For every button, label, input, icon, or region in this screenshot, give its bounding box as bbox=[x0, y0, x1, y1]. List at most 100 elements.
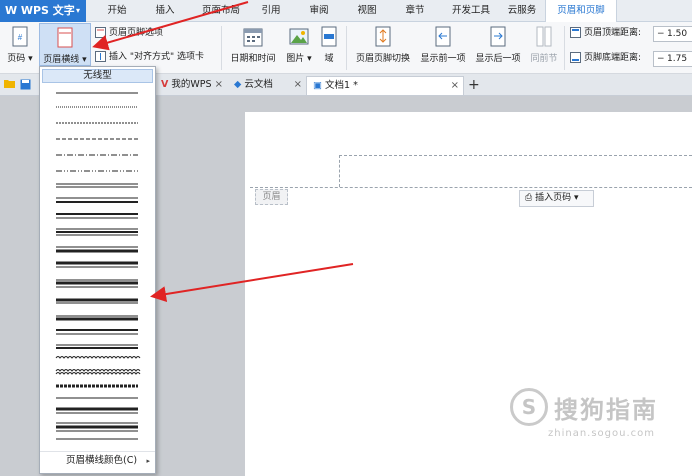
header-top-distance-label: 页眉顶端距离: bbox=[570, 26, 641, 40]
tab-label: 我的WPS bbox=[171, 79, 212, 90]
wps-tab-icon: V bbox=[161, 79, 169, 90]
menu-tab-layout[interactable]: 页面布局 bbox=[194, 0, 248, 22]
footer-bottom-distance-text: 页脚底端距离: bbox=[584, 53, 642, 63]
wps-logo-icon: W bbox=[5, 4, 18, 17]
picture-button[interactable]: 图片 ▾ bbox=[282, 26, 316, 64]
switch-header-footer-label: 页眉页脚切换 bbox=[355, 54, 410, 64]
footer-bottom-distance-value: 1.75 bbox=[667, 54, 688, 64]
header-line-button[interactable]: 页眉横线 ▾ bbox=[39, 23, 91, 66]
tab-my-wps[interactable]: V 我的WPS × bbox=[155, 76, 227, 95]
menu-tab-cloud[interactable]: 云服务 bbox=[502, 0, 542, 22]
menu-bar: W WPS 文字 ▾ 开始 插入 页面布局 引用 审阅 视图 章节 开发工具 云… bbox=[0, 0, 692, 23]
close-icon[interactable]: × bbox=[215, 76, 223, 94]
same-as-previous-label: 同前节 bbox=[530, 54, 558, 64]
picture-label: 图片 bbox=[286, 54, 305, 64]
link-icon bbox=[536, 26, 552, 47]
switch-icon bbox=[375, 26, 391, 47]
show-previous-label: 显示前一项 bbox=[420, 54, 466, 64]
field-icon bbox=[321, 26, 337, 47]
wavy-line-option[interactable] bbox=[55, 356, 141, 359]
insert-align-tab-label: 插入 "对齐方式" 选项卡 bbox=[109, 52, 205, 62]
options-icon bbox=[95, 27, 106, 38]
field-button[interactable]: 域 bbox=[318, 26, 340, 64]
tab-label: 云文档 bbox=[244, 79, 273, 90]
date-time-label: 日期和时间 bbox=[230, 54, 276, 64]
new-tab-button[interactable]: + bbox=[468, 76, 480, 94]
sogou-logo-icon: S bbox=[510, 388, 548, 426]
calendar-icon bbox=[243, 28, 263, 47]
show-previous-button[interactable]: 显示前一项 bbox=[418, 26, 468, 64]
watermark-url: zhinan.sogou.com bbox=[548, 428, 656, 439]
footer-distance-icon bbox=[570, 52, 581, 63]
menu-tab-header-footer[interactable]: 页眉和页脚 bbox=[545, 0, 617, 23]
app-menu-button[interactable]: W WPS 文字 ▾ bbox=[0, 0, 86, 22]
chevron-right-icon: ▸ bbox=[146, 457, 150, 465]
cloud-tab-icon: ◆ bbox=[234, 79, 242, 90]
header-distance-icon bbox=[570, 27, 581, 38]
header-divider-line bbox=[250, 187, 692, 188]
header-top-distance-value: 1.50 bbox=[667, 29, 688, 39]
header-line-label: 页眉横线 bbox=[43, 55, 80, 65]
ribbon-divider bbox=[221, 26, 222, 70]
svg-text:#: # bbox=[18, 33, 23, 42]
sogou-watermark: S 搜狗指南 zhinan.sogou.com bbox=[510, 388, 685, 448]
chevron-down-icon: ▾ bbox=[79, 55, 87, 65]
switch-header-footer-button[interactable]: 页眉页脚切换 bbox=[353, 26, 413, 64]
date-time-button[interactable]: 日期和时间 bbox=[228, 26, 278, 64]
arrow-left-icon bbox=[435, 26, 451, 47]
menu-tab-section[interactable]: 章节 bbox=[396, 0, 434, 22]
header-top-distance-input[interactable]: −1.50 bbox=[653, 26, 692, 42]
ribbon-divider bbox=[564, 26, 565, 70]
page-number-icon: ⎙ bbox=[525, 193, 533, 203]
wavy-line-option[interactable] bbox=[55, 372, 141, 375]
page-number-button[interactable]: # 页码 ▾ bbox=[3, 26, 37, 64]
insert-page-number-button[interactable]: ⎙ 插入页码 ▾ bbox=[519, 190, 594, 207]
chevron-down-icon: ▾ bbox=[25, 54, 33, 64]
close-icon[interactable]: × bbox=[451, 77, 459, 95]
chevron-down-icon: ▾ bbox=[304, 54, 312, 64]
picture-icon bbox=[289, 28, 309, 45]
menu-tab-view[interactable]: 视图 bbox=[348, 0, 386, 22]
menu-tab-insert[interactable]: 插入 bbox=[146, 0, 184, 22]
ribbon-divider bbox=[346, 26, 347, 70]
chevron-down-icon: ▾ bbox=[75, 6, 80, 15]
header-tag: 页眉 bbox=[255, 189, 288, 205]
arrow-right-icon bbox=[490, 26, 506, 47]
same-as-previous-button[interactable]: 同前节 bbox=[528, 26, 560, 64]
field-label: 域 bbox=[324, 54, 334, 64]
align-tab-icon bbox=[95, 51, 106, 62]
watermark-text: 搜狗指南 bbox=[554, 396, 658, 424]
wavy-line-option[interactable] bbox=[55, 369, 141, 372]
document-tab-icon: ▣ bbox=[313, 80, 322, 91]
menu-tab-developer[interactable]: 开发工具 bbox=[444, 0, 498, 22]
page-number-icon: # bbox=[12, 26, 28, 47]
footer-bottom-distance-input[interactable]: −1.75 bbox=[653, 51, 692, 67]
menu-tab-start[interactable]: 开始 bbox=[98, 0, 136, 22]
header-line-dropdown: 无线型 页眉横线颜色(C) ▸ bbox=[39, 66, 156, 474]
header-line-icon bbox=[57, 27, 73, 48]
insert-page-number-label: 插入页码 bbox=[535, 193, 572, 203]
chevron-down-icon: ▾ bbox=[573, 193, 579, 203]
minus-icon[interactable]: − bbox=[657, 52, 667, 66]
header-footer-options-button[interactable]: 页眉页脚选项 bbox=[95, 26, 163, 40]
close-icon[interactable]: × bbox=[294, 76, 302, 94]
tab-cloud-docs[interactable]: ◆ 云文档 × bbox=[228, 76, 306, 95]
header-footer-options-label: 页眉页脚选项 bbox=[109, 28, 164, 38]
insert-align-tab-button[interactable]: 插入 "对齐方式" 选项卡 bbox=[95, 50, 204, 64]
show-next-button[interactable]: 显示后一项 bbox=[473, 26, 523, 64]
line-style-options[interactable] bbox=[40, 67, 157, 447]
header-top-distance-text: 页眉顶端距离: bbox=[584, 28, 642, 38]
save-icon[interactable] bbox=[20, 79, 31, 93]
menu-tab-references[interactable]: 引用 bbox=[252, 0, 290, 22]
menu-tab-review[interactable]: 审阅 bbox=[300, 0, 338, 22]
open-folder-icon[interactable] bbox=[4, 79, 16, 92]
header-line-color-label: 页眉横线颜色(C) bbox=[66, 455, 138, 466]
header-line-color-option[interactable]: 页眉横线颜色(C) ▸ bbox=[40, 451, 155, 471]
header-region[interactable] bbox=[339, 155, 692, 187]
footer-bottom-distance-label: 页脚底端距离: bbox=[570, 51, 641, 65]
tab-document1[interactable]: ▣ 文档1 * × bbox=[306, 76, 464, 95]
tab-label: 文档1 * bbox=[325, 80, 358, 91]
minus-icon[interactable]: − bbox=[657, 27, 667, 41]
app-name: WPS 文字 bbox=[20, 4, 75, 17]
show-next-label: 显示后一项 bbox=[475, 54, 521, 64]
